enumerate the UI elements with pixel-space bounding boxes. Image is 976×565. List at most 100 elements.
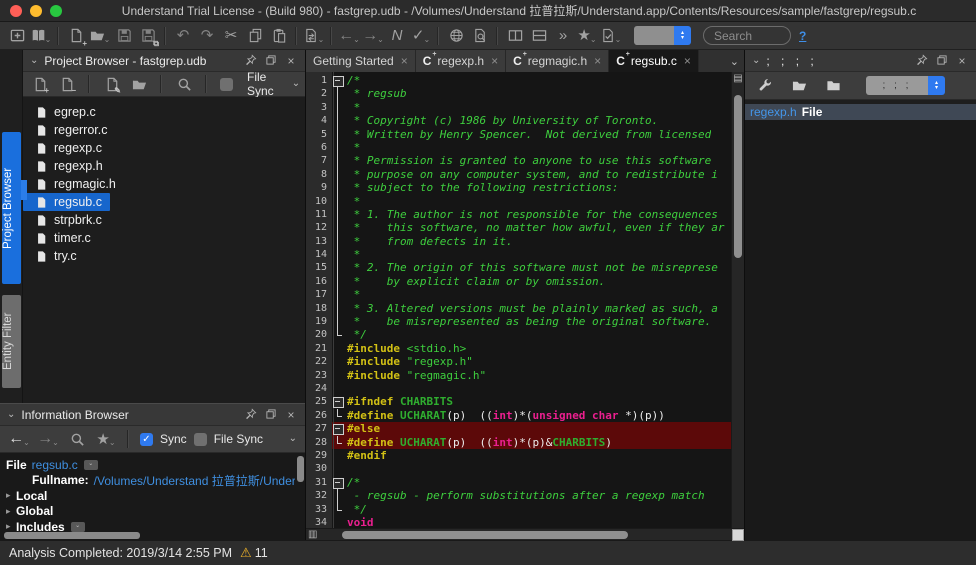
previewer-combobox[interactable]: ; ; ; ▴▾: [866, 76, 945, 95]
code-line[interactable]: 11 * 1. The author is not responsible fo…: [306, 208, 731, 221]
open-file-icon[interactable]: ⌄: [89, 25, 111, 47]
code-line[interactable]: 30: [306, 462, 731, 475]
task-list-icon[interactable]: ⌄: [600, 25, 622, 47]
code-line[interactable]: 20 */: [306, 328, 731, 341]
float-panel-icon[interactable]: [935, 54, 949, 68]
new-file-icon[interactable]: +: [65, 25, 87, 47]
code-line[interactable]: 13 * from defects in it.: [306, 235, 731, 248]
code-line[interactable]: 8 * purpose on any computer system, and …: [306, 168, 731, 181]
expand-triangle-icon[interactable]: ▸: [6, 490, 16, 501]
vertical-scrollbar-thumb[interactable]: [297, 456, 304, 482]
zoom-window-button[interactable]: [50, 5, 62, 17]
favorites-icon[interactable]: ★⌄: [95, 428, 117, 450]
file-item[interactable]: regexp.h: [23, 157, 111, 175]
close-panel-icon[interactable]: ×: [284, 409, 298, 421]
code-line[interactable]: 25#ifndef CHARBITS: [306, 395, 731, 408]
preview-file-name[interactable]: regexp.h: [750, 105, 797, 119]
code-lines[interactable]: 1/*2 * regsub3 *4 * Copyright (c) 1986 b…: [306, 72, 731, 528]
file-item[interactable]: regexp.c: [23, 139, 110, 157]
close-panel-icon[interactable]: ×: [955, 55, 969, 67]
code-line[interactable]: 4 * Copyright (c) 1986 by University of …: [306, 114, 731, 127]
tree-item[interactable]: ▸Local: [6, 488, 295, 504]
add-file-icon[interactable]: +: [31, 74, 49, 94]
fold-marker-icon[interactable]: [332, 422, 345, 435]
history-back-icon[interactable]: ←⌄: [8, 428, 30, 450]
paste-icon[interactable]: [268, 25, 290, 47]
combobox-stepper-icon[interactable]: ▴▾: [928, 76, 945, 95]
editor-columns-icon[interactable]: ▥: [308, 529, 317, 541]
code-line[interactable]: 29#endif: [306, 449, 731, 462]
fullname-value-link[interactable]: /Volumes/Understand 拉普拉斯/Underst: [94, 473, 295, 489]
help-icon[interactable]: ?: [799, 29, 806, 43]
file-sync-checkbox[interactable]: [220, 78, 233, 91]
info-file-row[interactable]: File regsub.c ⌄: [6, 457, 295, 473]
toolbar-chevron-icon[interactable]: ⌄: [292, 79, 300, 89]
editor-split-icon[interactable]: ▤: [733, 73, 743, 84]
toolbar-chevron-icon[interactable]: ⌄: [289, 434, 297, 444]
pin-icon[interactable]: [244, 408, 258, 422]
code-line[interactable]: 34void: [306, 516, 731, 528]
pin-icon[interactable]: [244, 54, 258, 68]
vertical-scrollbar-thumb[interactable]: [734, 95, 742, 258]
file-item[interactable]: regerror.c: [23, 121, 116, 139]
sidebar-tab-project-browser[interactable]: Project Browser: [2, 132, 21, 284]
forward-icon[interactable]: →⌄: [362, 25, 384, 47]
find-in-files-icon[interactable]: [469, 25, 491, 47]
expand-triangle-icon[interactable]: ▸: [6, 506, 16, 517]
horizontal-scrollbar-thumb[interactable]: [4, 532, 140, 539]
editor-tab[interactable]: Cregsub.c×: [609, 50, 699, 72]
open-project-icon[interactable]: ⌄: [30, 25, 52, 47]
code-line[interactable]: 27#else: [306, 422, 731, 435]
file-item[interactable]: strpbrk.c: [23, 211, 110, 229]
code-line[interactable]: 7 * Permission is granted to anyone to u…: [306, 154, 731, 167]
changed-files-icon[interactable]: ⌄: [303, 25, 325, 47]
dock-splitter-handle[interactable]: [21, 180, 27, 200]
code-line[interactable]: 19 * be misrepresented as being the orig…: [306, 315, 731, 328]
sync-checkbox[interactable]: ✓: [140, 433, 153, 446]
expand-triangle-icon[interactable]: ▸: [6, 521, 16, 532]
toolbar-overflow-icon[interactable]: »: [552, 25, 574, 47]
combobox-stepper-icon[interactable]: ▴▾: [674, 26, 691, 45]
code-line[interactable]: 10 *: [306, 195, 731, 208]
horizontal-scrollbar[interactable]: ▥: [306, 528, 744, 540]
collapse-chevron-icon[interactable]: ⌄: [752, 56, 760, 66]
info-fullname-row[interactable]: Fullname: /Volumes/Understand 拉普拉斯/Under…: [6, 473, 295, 489]
wrench-icon[interactable]: [754, 75, 776, 97]
analyze-combobox[interactable]: ▴▾: [634, 26, 691, 45]
edit-file-icon[interactable]: ✎: [103, 74, 121, 94]
code-line[interactable]: 12 * this software, no matter how awful,…: [306, 221, 731, 234]
file-item[interactable]: timer.c: [23, 229, 99, 247]
tab-close-icon[interactable]: ×: [684, 54, 691, 68]
code-line[interactable]: 17 *: [306, 288, 731, 301]
tree-item[interactable]: ▸Global: [6, 504, 295, 520]
dropdown-chip-icon[interactable]: ⌄: [71, 522, 85, 532]
minimize-window-button[interactable]: [30, 5, 42, 17]
analyze-icon[interactable]: ✓⌄: [410, 25, 432, 47]
undo-icon[interactable]: ↶: [172, 25, 194, 47]
code-line[interactable]: 16 * by explicit claim or by omission.: [306, 275, 731, 288]
code-line[interactable]: 3 *: [306, 101, 731, 114]
search-files-icon[interactable]: [175, 74, 193, 94]
open-folder-icon[interactable]: [788, 75, 810, 97]
editor-tab[interactable]: Cregmagic.h×: [506, 50, 609, 72]
tab-close-icon[interactable]: ×: [401, 54, 408, 68]
back-icon[interactable]: ←⌄: [338, 25, 360, 47]
sidebar-tab-entity-filter[interactable]: Entity Filter: [2, 295, 21, 388]
fold-marker-icon[interactable]: [332, 476, 345, 489]
cut-icon[interactable]: ✂: [220, 25, 242, 47]
close-window-button[interactable]: [10, 5, 22, 17]
code-line[interactable]: 24: [306, 382, 731, 395]
dependency-browser-icon[interactable]: N: [386, 25, 408, 47]
code-line[interactable]: 2 * regsub: [306, 87, 731, 100]
copy-icon[interactable]: [244, 25, 266, 47]
history-forward-icon[interactable]: →⌄: [37, 428, 59, 450]
preview-entity-bar[interactable]: regexp.h File: [745, 104, 976, 120]
tab-overflow-chevron-icon[interactable]: ⌄: [730, 50, 739, 72]
code-line[interactable]: 14 *: [306, 248, 731, 261]
dropdown-chip-icon[interactable]: ⌄: [84, 460, 98, 470]
tab-close-icon[interactable]: ×: [491, 54, 498, 68]
code-line[interactable]: 6 *: [306, 141, 731, 154]
file-item[interactable]: regsub.c: [23, 193, 110, 211]
code-line[interactable]: 18 * 3. Altered versions must be plainly…: [306, 302, 731, 315]
save-all-icon[interactable]: ⧉: [137, 25, 159, 47]
